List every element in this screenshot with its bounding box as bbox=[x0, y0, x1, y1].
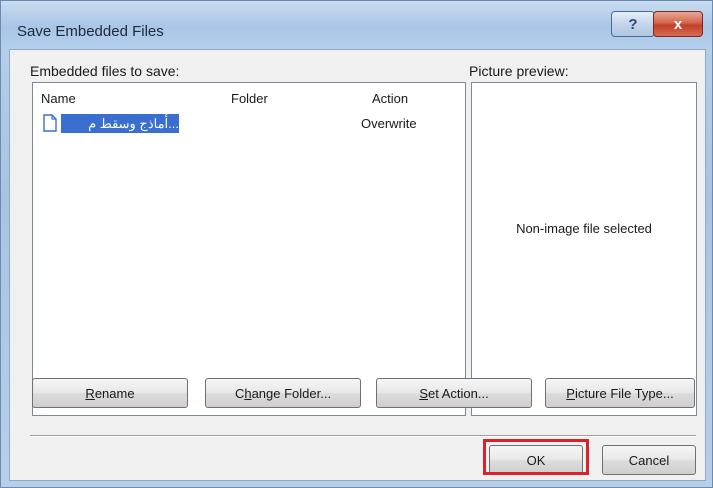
dialog-title: Save Embedded Files bbox=[17, 23, 164, 40]
close-button[interactable]: x bbox=[653, 11, 703, 37]
column-header-folder[interactable]: Folder bbox=[231, 91, 268, 106]
embedded-files-list[interactable]: Name Folder Action ...ﺃﻣﺎﺫﺝ ﻭﺳﻘﻂ ﻡ Overw… bbox=[32, 82, 466, 416]
picture-preview-pane: Non-image file selected bbox=[471, 82, 697, 416]
help-button[interactable]: ? bbox=[611, 11, 655, 37]
document-icon bbox=[43, 114, 57, 132]
picture-preview-label: Picture preview: bbox=[469, 63, 569, 79]
preview-status-text: Non-image file selected bbox=[516, 221, 652, 236]
list-header: Name Folder Action bbox=[33, 83, 465, 109]
close-icon: x bbox=[673, 15, 683, 33]
help-icon: ? bbox=[628, 15, 638, 33]
ok-highlight-box bbox=[483, 439, 589, 475]
table-row[interactable]: ...ﺃﻣﺎﺫﺝ ﻭﺳﻘﻂ ﻡ Overwrite bbox=[41, 113, 461, 135]
title-bar[interactable]: Save Embedded Files ? x bbox=[1, 1, 712, 49]
separator bbox=[30, 435, 696, 437]
file-action-cell: Overwrite bbox=[361, 116, 417, 131]
change-folder-button[interactable]: Ch ange Folder... bbox=[205, 378, 361, 408]
picture-file-type-button[interactable]: Picture File Type... bbox=[545, 378, 695, 408]
column-header-action[interactable]: Action bbox=[372, 91, 408, 106]
dialog-body: Embedded files to save: Picture preview:… bbox=[9, 49, 706, 481]
rename-button[interactable]: Rename bbox=[32, 378, 188, 408]
file-name-cell: ...ﺃﻣﺎﺫﺝ ﻭﺳﻘﻂ ﻡ bbox=[61, 114, 179, 133]
embedded-files-label: Embedded files to save: bbox=[30, 63, 180, 79]
cancel-button[interactable]: Cancel bbox=[602, 445, 696, 475]
save-embedded-files-dialog: Save Embedded Files ? x Embedded files t… bbox=[0, 0, 713, 488]
set-action-button[interactable]: Set Action... bbox=[376, 378, 532, 408]
column-header-name[interactable]: Name bbox=[41, 91, 76, 106]
